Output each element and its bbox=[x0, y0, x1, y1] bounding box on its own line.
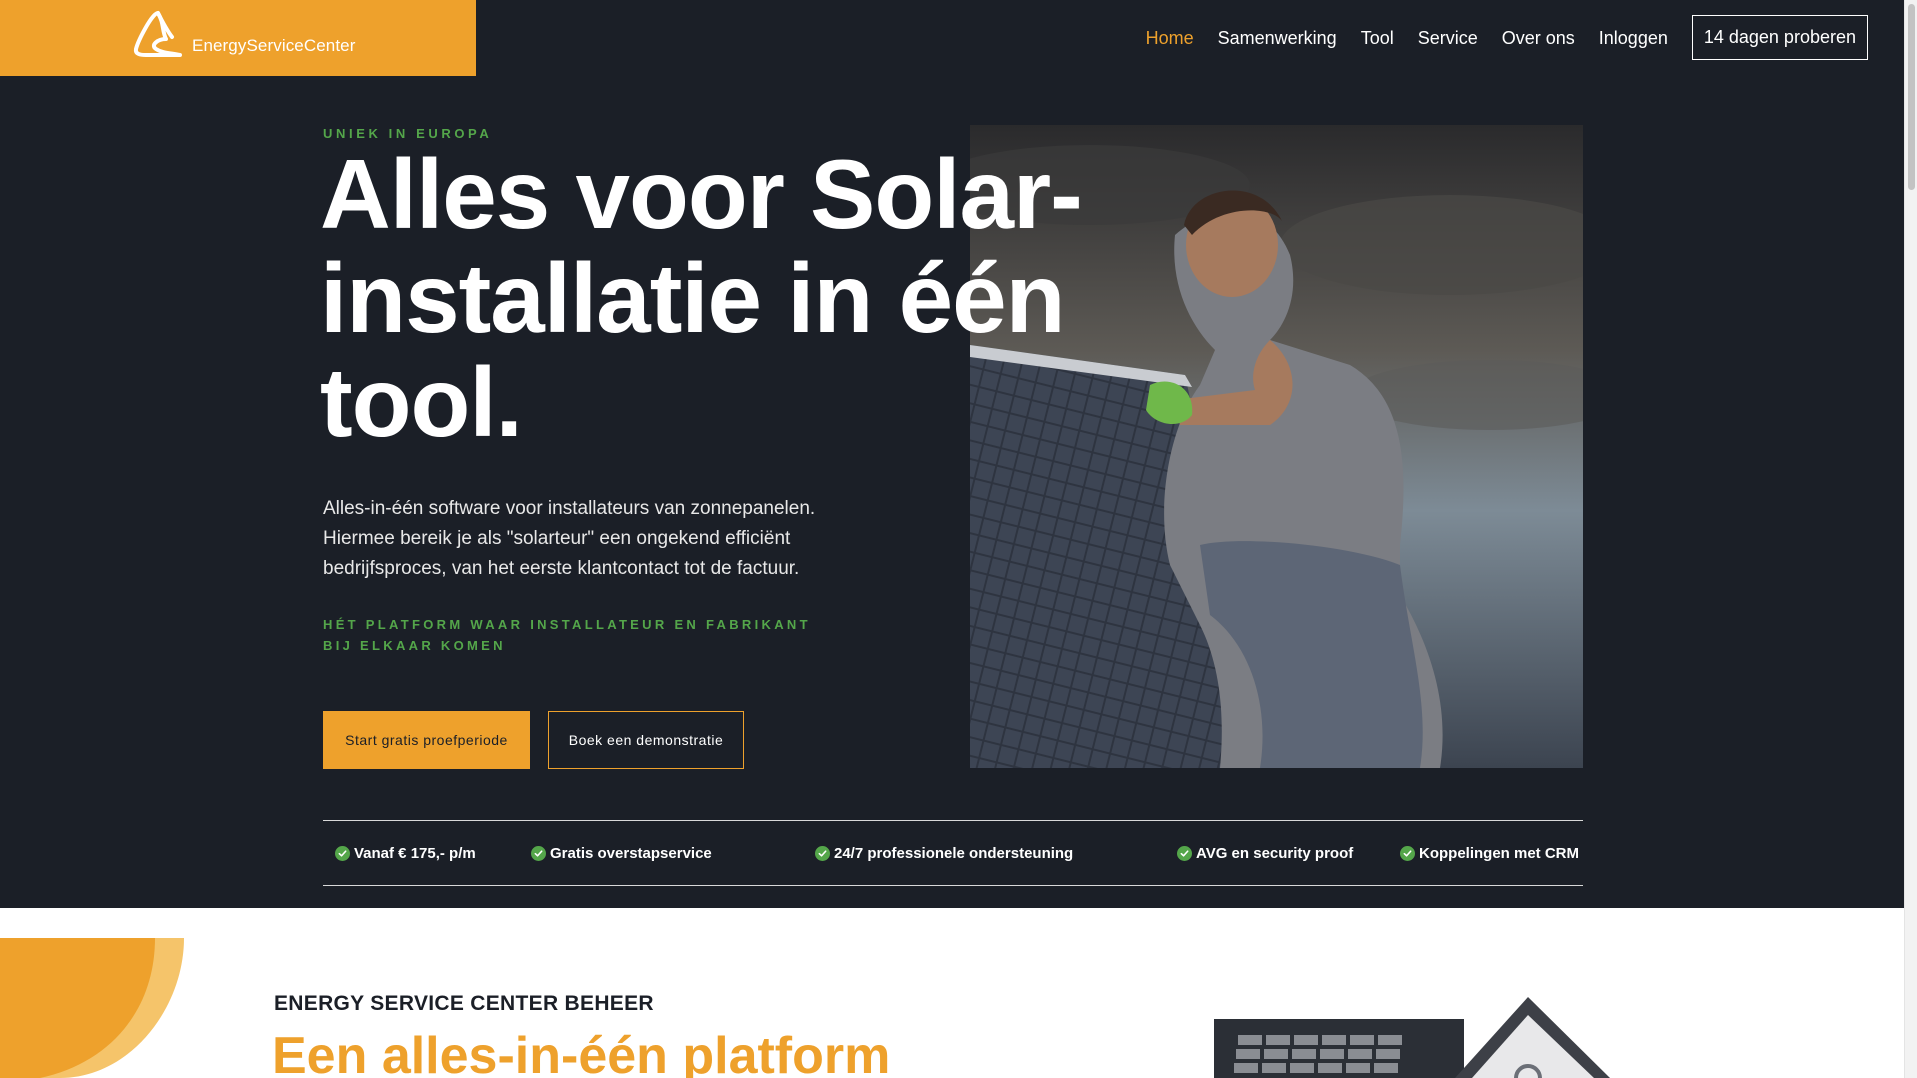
nav-item-service[interactable]: Service bbox=[1418, 16, 1478, 60]
check-icon bbox=[1177, 845, 1192, 861]
feature-item: Koppelingen met CRM bbox=[1400, 821, 1579, 885]
logo-text: EnergyServiceCenter bbox=[192, 36, 356, 55]
feature-item: 24/7 professionele ondersteuning bbox=[815, 821, 1073, 885]
feature-item: Vanaf € 175,- p/m bbox=[335, 821, 476, 885]
feature-label: Gratis overstapservice bbox=[550, 844, 712, 862]
section-eyebrow: ENERGY SERVICE CENTER BEHEER bbox=[274, 992, 654, 1015]
nav-item-samenwerking[interactable]: Samenwerking bbox=[1218, 16, 1337, 60]
feature-item: Gratis overstapservice bbox=[531, 821, 712, 885]
logo-icon bbox=[133, 11, 182, 57]
feature-item: AVG en security proof bbox=[1177, 821, 1353, 885]
nav-item-tool[interactable]: Tool bbox=[1361, 16, 1394, 60]
check-icon bbox=[531, 845, 546, 861]
sun-decoration-icon bbox=[0, 938, 184, 1078]
check-icon bbox=[335, 845, 350, 861]
main-nav: Home Samenwerking Tool Service Over ons … bbox=[1122, 15, 1868, 60]
trial-button[interactable]: 14 dagen proberen bbox=[1691, 15, 1868, 60]
feature-label: Koppelingen met CRM bbox=[1419, 844, 1579, 862]
book-demo-button[interactable]: Boek een demonstratie bbox=[548, 711, 744, 769]
check-icon bbox=[815, 845, 830, 861]
house-solar-illustration-icon bbox=[1214, 997, 1610, 1078]
nav-item-home[interactable]: Home bbox=[1146, 16, 1194, 60]
hero-tagline: HÉT PLATFORM WAAR INSTALLATEUR EN FABRIK… bbox=[323, 617, 811, 653]
feature-label: AVG en security proof bbox=[1196, 844, 1354, 862]
hero-section: EnergyServiceCenter Home Samenwerking To… bbox=[0, 0, 1904, 908]
scrollbar-thumb[interactable] bbox=[1908, 4, 1915, 190]
logo[interactable]: EnergyServiceCenter bbox=[0, 0, 476, 76]
nav-item-over-ons[interactable]: Over ons bbox=[1502, 16, 1575, 60]
page-scrollbar[interactable] bbox=[1904, 0, 1917, 1078]
start-trial-button[interactable]: Start gratis proefperiode bbox=[323, 711, 530, 769]
feature-label: Vanaf € 175,- p/m bbox=[354, 844, 476, 862]
nav-item-inloggen[interactable]: Inloggen bbox=[1599, 16, 1668, 60]
hero-description: Alles-in-één software voor installateurs… bbox=[323, 498, 816, 579]
feature-label: 24/7 professionele ondersteuning bbox=[834, 844, 1074, 862]
section-title: Een alles-in-één platform bbox=[272, 1027, 891, 1078]
hero-title: Alles voor Solar-installatie in één tool… bbox=[320, 139, 1083, 457]
check-icon bbox=[1400, 845, 1415, 861]
features-strip: Vanaf € 175,- p/m Gratis overstapservice… bbox=[323, 820, 1583, 886]
